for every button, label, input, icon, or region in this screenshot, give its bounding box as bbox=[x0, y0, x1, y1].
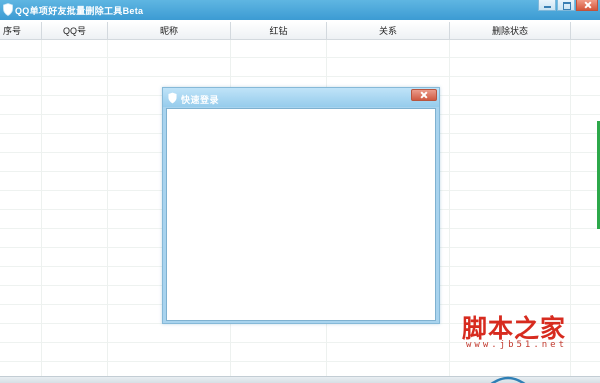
column-header-delete-status[interactable]: 删除状态 bbox=[450, 22, 571, 40]
column-header-red-diamond[interactable]: 红钻 bbox=[231, 22, 327, 40]
quick-login-dialog: 快速登录 bbox=[162, 87, 440, 324]
dialog-title: 快速登录 bbox=[181, 95, 220, 105]
shield-icon bbox=[3, 3, 13, 16]
close-button[interactable] bbox=[576, 0, 598, 11]
table-header: 序号 QQ号 昵称 红钻 关系 删除状态 bbox=[0, 22, 600, 40]
column-header-index[interactable]: 序号 bbox=[0, 22, 42, 40]
column-divider bbox=[41, 22, 42, 376]
status-logo-icon bbox=[490, 376, 526, 383]
login-content-area[interactable] bbox=[166, 108, 436, 321]
title-bar[interactable]: QQ单项好友批量删除工具Beta bbox=[0, 0, 600, 20]
column-header-qq-number[interactable]: QQ号 bbox=[42, 22, 108, 40]
dialog-title-bar[interactable]: 快速登录 bbox=[163, 88, 439, 107]
column-header-relation[interactable]: 关系 bbox=[327, 22, 450, 40]
column-header-filler bbox=[571, 22, 600, 40]
window-controls bbox=[538, 0, 598, 12]
maximize-button[interactable] bbox=[557, 0, 575, 11]
column-divider bbox=[570, 22, 571, 376]
minimize-button[interactable] bbox=[538, 0, 556, 11]
column-divider bbox=[449, 22, 450, 376]
window-title: QQ单项好友批量删除工具Beta bbox=[15, 6, 144, 16]
watermark-url: www.jb51.net bbox=[466, 340, 568, 350]
dialog-close-button[interactable] bbox=[411, 89, 437, 101]
shield-icon bbox=[168, 92, 177, 104]
column-header-nickname[interactable]: 昵称 bbox=[108, 22, 231, 40]
column-divider bbox=[107, 22, 108, 376]
